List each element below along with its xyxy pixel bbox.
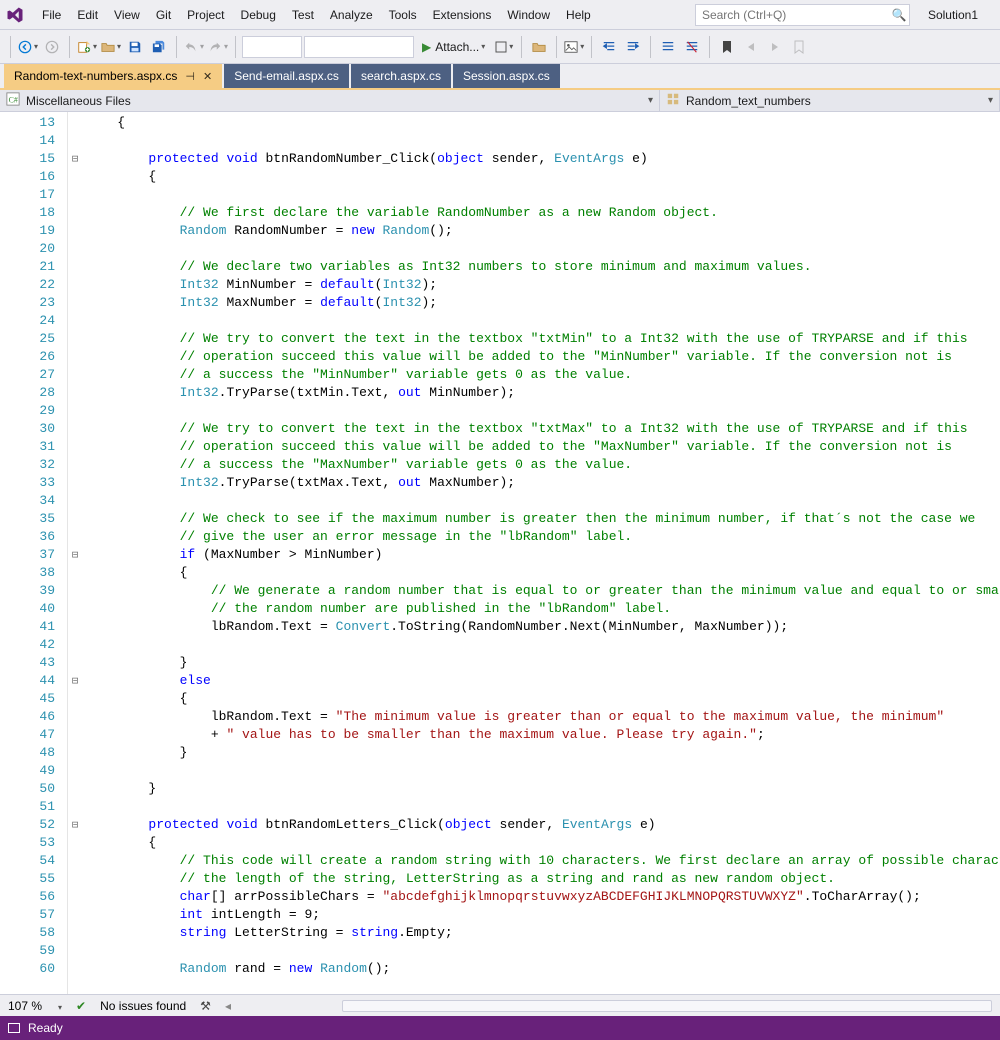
ok-icon: ✔: [76, 999, 86, 1013]
menu-test[interactable]: Test: [284, 4, 322, 26]
outlining-margin[interactable]: ⊟⊟⊟⊟: [68, 112, 82, 994]
csharp-file-icon: C#: [6, 92, 20, 109]
menu-extensions[interactable]: Extensions: [425, 4, 500, 26]
doc-tab[interactable]: Session.aspx.cs: [453, 64, 560, 88]
debug-target-button[interactable]: [493, 36, 515, 58]
horizontal-scrollbar[interactable]: [342, 1000, 992, 1012]
solution-config-combo[interactable]: [242, 36, 302, 58]
search-icon: 🔍: [889, 8, 909, 22]
code-editor[interactable]: 1314151617181920212223242526272829303132…: [0, 112, 1000, 994]
class-icon: [666, 92, 680, 109]
type-dropdown-label: Random_text_numbers: [686, 94, 811, 108]
doc-tab-label: Send-email.aspx.cs: [234, 69, 339, 83]
status-text: Ready: [28, 1021, 63, 1035]
global-search[interactable]: 🔍: [695, 4, 910, 26]
solution-platform-combo[interactable]: [304, 36, 414, 58]
global-search-input[interactable]: [696, 8, 889, 22]
svg-text:C#: C#: [9, 96, 18, 105]
toolbar-image-button[interactable]: [563, 36, 585, 58]
doc-tab[interactable]: search.aspx.cs: [351, 64, 451, 88]
doc-tab[interactable]: Random-text-numbers.aspx.cs ⊣ ✕: [4, 64, 222, 88]
menu-debug[interactable]: Debug: [233, 4, 284, 26]
toolbar: ▶Attach...: [0, 30, 1000, 64]
type-member-navbar: C# Miscellaneous Files ▾ Random_text_num…: [0, 90, 1000, 112]
status-bar: Ready: [0, 1016, 1000, 1040]
next-bookmark-button[interactable]: [764, 36, 786, 58]
window-layout-icon[interactable]: [8, 1023, 20, 1033]
vs-logo-icon: [4, 4, 26, 26]
uncomment-button[interactable]: [681, 36, 703, 58]
toolbar-folder-button[interactable]: [528, 36, 550, 58]
nav-back-button[interactable]: [17, 36, 39, 58]
indent-more-button[interactable]: [622, 36, 644, 58]
nav-forward-button[interactable]: [41, 36, 63, 58]
attach-debugger-button[interactable]: ▶Attach...: [416, 36, 491, 58]
chevron-down-icon: ▾: [648, 95, 653, 106]
screwdriver-icon[interactable]: ⚒: [200, 999, 211, 1013]
doc-tab[interactable]: Send-email.aspx.cs: [224, 64, 349, 88]
line-number-gutter: 1314151617181920212223242526272829303132…: [0, 112, 68, 994]
project-dropdown[interactable]: C# Miscellaneous Files ▾: [0, 90, 660, 111]
menu-edit[interactable]: Edit: [69, 4, 106, 26]
menu-window[interactable]: Window: [499, 4, 558, 26]
issues-summary[interactable]: No issues found: [100, 999, 186, 1013]
code-text-area[interactable]: { protected void btnRandomNumber_Click(o…: [82, 112, 1000, 994]
menu-file[interactable]: File: [34, 4, 69, 26]
menu-analyze[interactable]: Analyze: [322, 4, 381, 26]
save-button[interactable]: [124, 36, 146, 58]
open-file-button[interactable]: [100, 36, 122, 58]
doc-tab-label: search.aspx.cs: [361, 69, 441, 83]
indent-less-button[interactable]: [598, 36, 620, 58]
comment-button[interactable]: [657, 36, 679, 58]
menu-bar: FileEditViewGitProjectDebugTestAnalyzeTo…: [0, 0, 1000, 30]
doc-tab-label: Random-text-numbers.aspx.cs: [14, 69, 177, 83]
redo-button[interactable]: [207, 36, 229, 58]
clear-bookmarks-button[interactable]: [788, 36, 810, 58]
bookmark-button[interactable]: [716, 36, 738, 58]
menu-help[interactable]: Help: [558, 4, 599, 26]
menu-tools[interactable]: Tools: [381, 4, 425, 26]
save-all-button[interactable]: [148, 36, 170, 58]
menu-git[interactable]: Git: [148, 4, 179, 26]
zoom-level[interactable]: 107 %: [8, 999, 42, 1013]
chevron-down-icon: ▾: [988, 95, 993, 106]
pin-icon[interactable]: ⊣: [185, 70, 195, 83]
new-item-button[interactable]: [76, 36, 98, 58]
close-icon[interactable]: ✕: [203, 70, 212, 83]
menu-view[interactable]: View: [106, 4, 148, 26]
doc-tab-label: Session.aspx.cs: [463, 69, 550, 83]
type-dropdown[interactable]: Random_text_numbers ▾: [660, 90, 1000, 111]
undo-button[interactable]: [183, 36, 205, 58]
project-dropdown-label: Miscellaneous Files: [26, 94, 131, 108]
document-tabs: Random-text-numbers.aspx.cs ⊣ ✕ Send-email.…: [0, 64, 1000, 90]
zoom-dropdown-icon[interactable]: [56, 999, 62, 1013]
menu-project[interactable]: Project: [179, 4, 232, 26]
editor-status-strip: 107 % ✔ No issues found ⚒ ◂: [0, 994, 1000, 1016]
prev-bookmark-button[interactable]: [740, 36, 762, 58]
solution-name[interactable]: Solution1: [920, 4, 986, 26]
